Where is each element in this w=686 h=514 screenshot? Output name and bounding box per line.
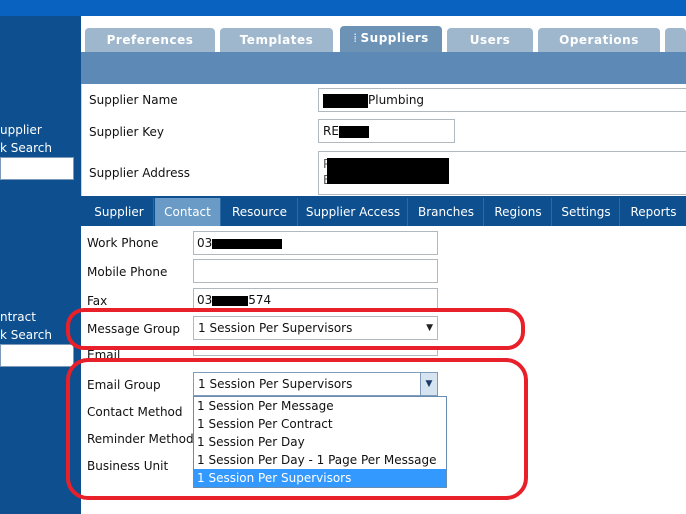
- tab-users[interactable]: Users: [447, 28, 533, 52]
- subtab-resource[interactable]: Resource: [222, 198, 298, 226]
- supplier-key-field[interactable]: RE: [318, 119, 455, 143]
- fax-value-prefix: 03: [197, 293, 213, 307]
- supplier-search-label: upplier: [0, 123, 42, 137]
- redaction-block: [338, 125, 369, 138]
- redaction-block: [327, 158, 449, 184]
- redaction-block: [212, 238, 283, 249]
- subtab-supplier-access[interactable]: Supplier Access: [299, 198, 408, 226]
- supplier-name-field[interactable]: Plumbing: [318, 88, 686, 112]
- redaction-block: [323, 93, 368, 108]
- fax-value-suffix: 574: [248, 293, 272, 307]
- supplier-name-label: Supplier Name: [89, 93, 178, 107]
- supplier-address-field[interactable]: P Burwood VIC 3125: [318, 151, 686, 195]
- tab-templates[interactable]: Templates: [220, 28, 333, 52]
- supplier-search-input[interactable]: [0, 157, 74, 180]
- subtab-reports[interactable]: Reports: [621, 198, 686, 226]
- highlight-ring-email-group: [66, 358, 528, 500]
- subtab-contact[interactable]: Contact: [155, 198, 221, 226]
- highlight-ring-message-group: [66, 308, 525, 350]
- drag-grip-icon: ⁞: [353, 31, 358, 45]
- subtab-settings[interactable]: Settings: [553, 198, 620, 226]
- mobile-phone-label: Mobile Phone: [87, 265, 168, 279]
- subtab-regions[interactable]: Regions: [485, 198, 552, 226]
- sub-tab-bar: Supplier Contact Resource Supplier Acces…: [81, 196, 686, 226]
- subtab-branches[interactable]: Branches: [409, 198, 484, 226]
- tab-suppliers[interactable]: ⁞ Suppliers: [340, 26, 442, 52]
- redaction-block: [212, 295, 249, 306]
- tab-preferences[interactable]: Preferences: [85, 28, 215, 52]
- work-phone-value: 03: [197, 236, 213, 250]
- supplier-address-label: Supplier Address: [89, 166, 191, 180]
- contract-search-input[interactable]: [0, 344, 74, 367]
- tab-operations[interactable]: Operations: [538, 28, 660, 52]
- supplier-key-label: Supplier Key: [89, 125, 165, 139]
- mobile-phone-field[interactable]: [193, 259, 438, 283]
- supplier-header: Supplier Name Plumbing Supplier Key RE S…: [81, 84, 686, 196]
- fax-label: Fax: [87, 294, 108, 308]
- tab-overflow[interactable]: [665, 28, 686, 52]
- tab-suppliers-label: Suppliers: [360, 31, 429, 45]
- supplier-key-value: RE: [323, 124, 339, 138]
- contract-search-label: ntract: [0, 310, 36, 324]
- top-bar: [0, 0, 686, 16]
- subtab-supplier[interactable]: Supplier: [85, 198, 154, 226]
- work-phone-label: Work Phone: [87, 236, 159, 250]
- top-tab-bar: Preferences Templates ⁞ Suppliers Users O…: [81, 16, 686, 52]
- contract-quick-search-label: k Search: [0, 328, 52, 342]
- supplier-quick-search-label: k Search: [0, 141, 52, 155]
- work-phone-field[interactable]: 03: [193, 231, 438, 255]
- supplier-name-value: Plumbing: [368, 93, 425, 107]
- toolbar-band: [81, 52, 686, 84]
